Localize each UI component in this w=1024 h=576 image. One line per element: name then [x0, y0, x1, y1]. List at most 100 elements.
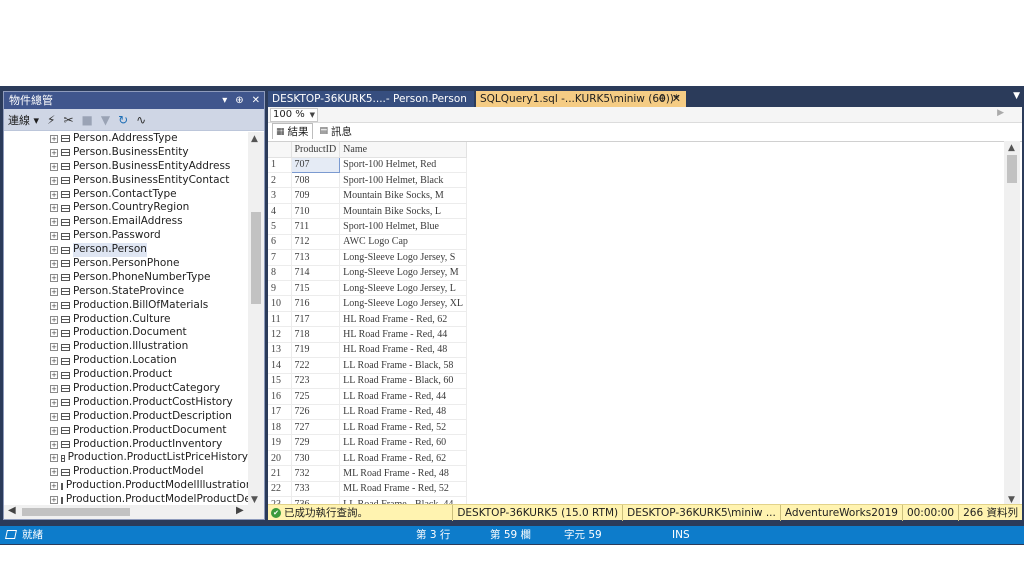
- table-row[interactable]: 17 726 LL Road Frame - Red, 48: [268, 404, 468, 420]
- table-row[interactable]: 16 725 LL Road Frame - Red, 44: [268, 388, 468, 405]
- row-number[interactable]: 18: [268, 419, 292, 436]
- cell-name[interactable]: Sport-100 Helmet, Red: [339, 157, 468, 173]
- tree-item-table[interactable]: + Production.ProductDescription: [4, 410, 248, 424]
- cell-name[interactable]: Long-Sleeve Logo Jersey, M: [339, 265, 468, 282]
- table-row[interactable]: 7 713 Long-Sleeve Logo Jersey, S: [268, 249, 468, 266]
- cell-productid[interactable]: 708: [291, 172, 341, 189]
- tree-item-table[interactable]: + Person.BusinessEntityContact: [4, 174, 248, 188]
- cell-productid[interactable]: 713: [291, 249, 341, 266]
- row-number[interactable]: 16: [268, 388, 292, 405]
- cell-productid[interactable]: 718: [291, 326, 341, 343]
- filter-icon[interactable]: ▼: [101, 113, 110, 127]
- cell-name[interactable]: ML Road Frame - Red, 48: [339, 465, 468, 482]
- table-row[interactable]: 12 718 HL Road Frame - Red, 44: [268, 326, 468, 343]
- row-number[interactable]: 8: [268, 265, 292, 282]
- cell-productid[interactable]: 715: [291, 280, 341, 297]
- tree-item-table[interactable]: + Production.Illustration: [4, 340, 248, 354]
- expand-icon[interactable]: +: [50, 134, 58, 143]
- tab-sqlquery1[interactable]: SQLQuery1.sql -...KURK5\miniw (60))* ⊕ ✕: [476, 91, 686, 107]
- tree-item-table[interactable]: + Person.AddressType: [4, 132, 248, 146]
- table-row[interactable]: 10 716 Long-Sleeve Logo Jersey, XL: [268, 295, 468, 312]
- cell-productid[interactable]: 726: [291, 404, 341, 420]
- scroll-left-icon[interactable]: ◀: [8, 505, 16, 516]
- cell-name[interactable]: Long-Sleeve Logo Jersey, S: [339, 249, 468, 266]
- scroll-up-icon[interactable]: ▲: [1008, 143, 1015, 153]
- cell-name[interactable]: ML Road Frame - Red, 52: [339, 481, 468, 498]
- table-row[interactable]: 19 729 LL Road Frame - Red, 60: [268, 434, 468, 451]
- tree-item-table[interactable]: + Person.BusinessEntityAddress: [4, 160, 248, 174]
- expand-icon[interactable]: +: [50, 176, 58, 185]
- table-row[interactable]: 14 722 LL Road Frame - Black, 58: [268, 357, 468, 374]
- table-row[interactable]: 18 727 LL Road Frame - Red, 52: [268, 419, 468, 436]
- cell-productid[interactable]: 723: [291, 373, 341, 390]
- cell-productid[interactable]: 727: [291, 419, 341, 436]
- cell-name[interactable]: HL Road Frame - Red, 44: [339, 326, 468, 343]
- cell-name[interactable]: Sport-100 Helmet, Black: [339, 172, 468, 189]
- expand-icon[interactable]: +: [50, 440, 58, 449]
- close-icon[interactable]: ✕: [252, 92, 260, 109]
- table-row[interactable]: 21 732 ML Road Frame - Red, 48: [268, 465, 468, 482]
- table-row[interactable]: 4 710 Mountain Bike Socks, L: [268, 203, 468, 220]
- connect-button[interactable]: 連線 ▾: [8, 112, 39, 128]
- tree-item-table[interactable]: + Production.ProductDocument: [4, 424, 248, 438]
- expand-icon[interactable]: +: [50, 162, 58, 171]
- row-number[interactable]: 20: [268, 450, 292, 467]
- row-number[interactable]: 5: [268, 218, 292, 235]
- cell-name[interactable]: Mountain Bike Socks, M: [339, 187, 468, 204]
- tree-item-table[interactable]: + Production.ProductModelIllustration: [4, 479, 248, 493]
- table-row[interactable]: 9 715 Long-Sleeve Logo Jersey, L: [268, 280, 468, 297]
- pin-icon[interactable]: ⊕: [658, 91, 666, 107]
- pin-icon[interactable]: ⊕: [235, 92, 243, 109]
- cell-name[interactable]: Mountain Bike Socks, L: [339, 203, 468, 220]
- expand-icon[interactable]: +: [50, 218, 58, 227]
- expand-icon[interactable]: +: [50, 259, 58, 268]
- cell-productid[interactable]: 719: [291, 342, 341, 359]
- row-number[interactable]: 14: [268, 357, 292, 374]
- scroll-up-icon[interactable]: ▲: [251, 134, 258, 144]
- table-row[interactable]: 15 723 LL Road Frame - Black, 60: [268, 373, 468, 390]
- scrollbar-thumb[interactable]: [22, 508, 130, 516]
- cell-productid[interactable]: 729: [291, 434, 341, 451]
- table-row[interactable]: 6 712 AWC Logo Cap: [268, 234, 468, 251]
- row-number[interactable]: 6: [268, 234, 292, 251]
- tree-item-table[interactable]: + Person.PhoneNumberType: [4, 271, 248, 285]
- column-header-name[interactable]: Name: [339, 142, 468, 158]
- expand-icon[interactable]: +: [50, 301, 58, 310]
- cell-name[interactable]: LL Road Frame - Black, 60: [339, 373, 468, 390]
- expand-icon[interactable]: +: [50, 343, 58, 352]
- expand-icon[interactable]: +: [50, 412, 58, 421]
- cell-productid[interactable]: 722: [291, 357, 341, 374]
- tree-item-table[interactable]: + Production.ProductInventory: [4, 438, 248, 452]
- cell-name[interactable]: LL Road Frame - Red, 52: [339, 419, 468, 436]
- tree-item-table[interactable]: + Person.PersonPhone: [4, 257, 248, 271]
- row-number[interactable]: 17: [268, 404, 292, 420]
- zoom-select[interactable]: 100 % ▼: [270, 108, 318, 122]
- results-vertical-scrollbar[interactable]: ▲ ▼: [1004, 141, 1020, 507]
- close-tab-icon[interactable]: ✕: [672, 91, 681, 107]
- table-row[interactable]: 11 717 HL Road Frame - Red, 62: [268, 311, 468, 328]
- cell-name[interactable]: LL Road Frame - Black, 58: [339, 357, 468, 374]
- expand-icon[interactable]: +: [50, 148, 58, 157]
- table-row[interactable]: 2 708 Sport-100 Helmet, Black: [268, 172, 468, 189]
- expand-icon[interactable]: +: [50, 384, 58, 393]
- tree-item-table[interactable]: + Production.BillOfMaterials: [4, 299, 248, 313]
- cell-name[interactable]: Long-Sleeve Logo Jersey, L: [339, 280, 468, 297]
- row-number[interactable]: 3: [268, 187, 292, 204]
- expand-icon[interactable]: +: [50, 398, 58, 407]
- expand-icon[interactable]: +: [50, 273, 58, 282]
- row-number[interactable]: 21: [268, 465, 292, 482]
- expand-icon[interactable]: +: [50, 232, 58, 241]
- tree-item-table[interactable]: + Production.Product: [4, 368, 248, 382]
- row-number[interactable]: 4: [268, 203, 292, 220]
- cell-productid[interactable]: 733: [291, 481, 341, 498]
- table-row[interactable]: 20 730 LL Road Frame - Red, 62: [268, 450, 468, 467]
- row-number[interactable]: 13: [268, 342, 292, 359]
- cell-productid[interactable]: 716: [291, 295, 341, 312]
- cell-name[interactable]: AWC Logo Cap: [339, 234, 468, 251]
- tab-results[interactable]: ▦ 結果: [272, 123, 313, 139]
- cell-productid[interactable]: 707: [290, 156, 341, 173]
- cell-productid[interactable]: 725: [291, 388, 341, 405]
- row-number[interactable]: 2: [268, 172, 292, 189]
- expand-icon[interactable]: +: [50, 371, 58, 380]
- cell-name[interactable]: LL Road Frame - Red, 60: [339, 434, 468, 451]
